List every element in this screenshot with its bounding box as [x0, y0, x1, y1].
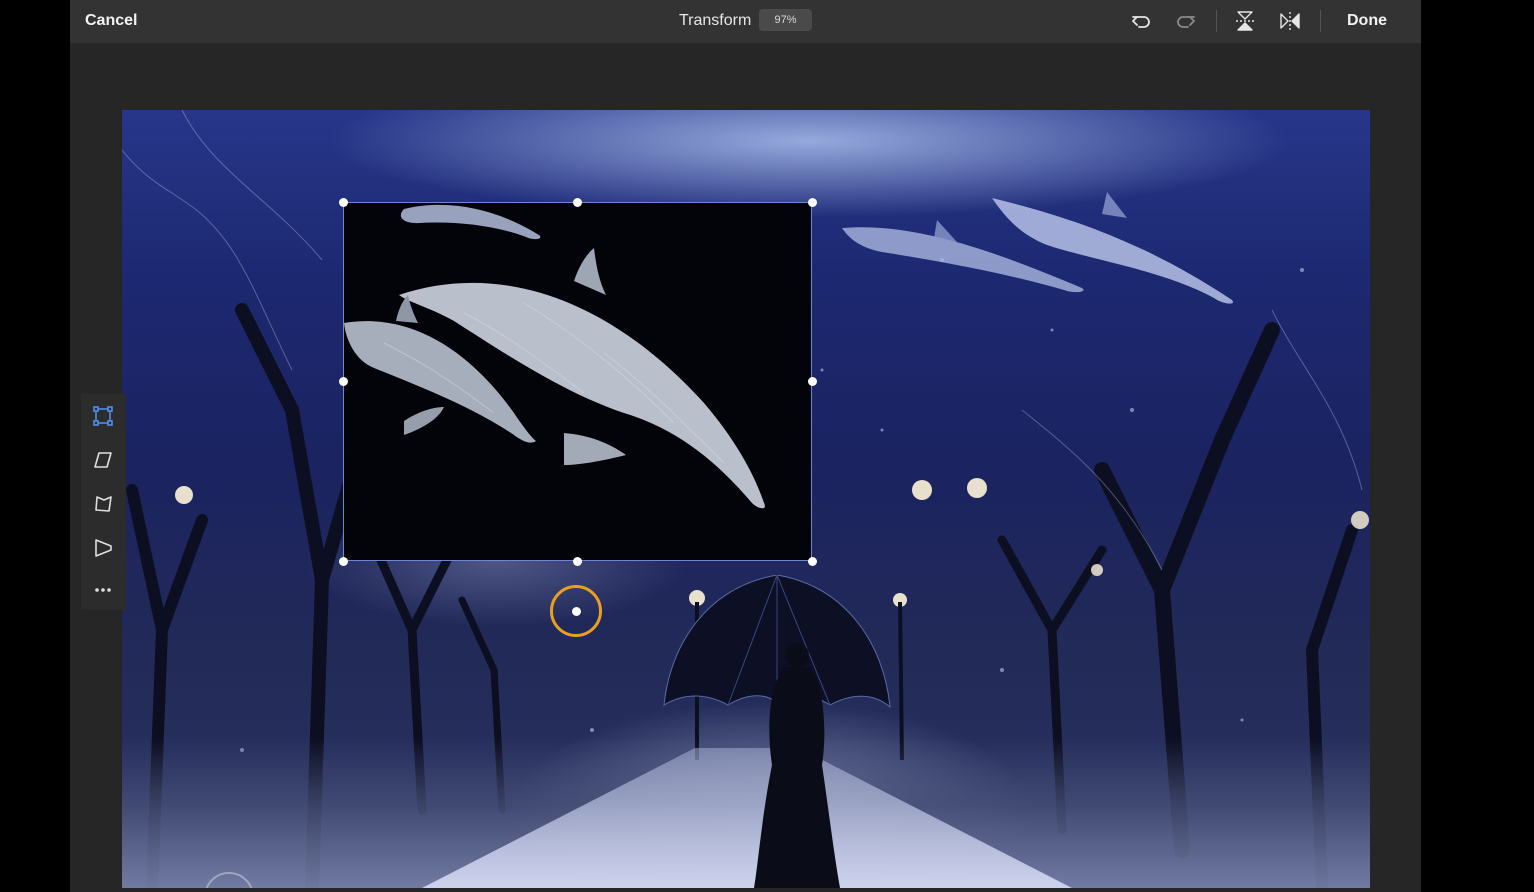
transform-tool-rail — [81, 394, 126, 610]
undo-icon[interactable] — [1129, 9, 1153, 33]
flip-horizontal-icon[interactable] — [1278, 9, 1302, 33]
cancel-button[interactable]: Cancel — [85, 12, 137, 30]
flip-vertical-icon[interactable] — [1233, 9, 1257, 33]
distort-icon[interactable] — [92, 493, 114, 515]
free-transform-icon[interactable] — [92, 405, 114, 427]
redo-icon[interactable] — [1174, 9, 1198, 33]
perspective-icon[interactable] — [92, 537, 114, 559]
woman-with-umbrella — [663, 575, 891, 888]
background-dolphins — [842, 192, 1233, 304]
corner-handle-bottom-left[interactable] — [338, 556, 348, 566]
mode-title: Transform — [679, 12, 752, 29]
canvas-image[interactable] — [122, 110, 1370, 888]
edge-handle-bottom[interactable] — [572, 556, 582, 566]
toolbar-divider — [1320, 10, 1321, 32]
rotate-handle[interactable] — [572, 607, 581, 616]
transform-workspace: Cancel Transform 97% Done — [70, 0, 1421, 892]
corner-handle-top-left[interactable] — [338, 197, 348, 207]
edge-handle-right[interactable] — [807, 376, 817, 386]
edge-handle-left[interactable] — [338, 376, 348, 386]
zoom-level[interactable]: 97% — [759, 9, 812, 31]
done-button[interactable]: Done — [1347, 12, 1387, 30]
more-icon[interactable] — [92, 579, 114, 601]
toolbar-divider — [1216, 10, 1217, 32]
edge-handle-top[interactable] — [572, 197, 582, 207]
selected-layer[interactable] — [343, 202, 812, 561]
dolphins-layer-image — [344, 204, 765, 509]
top-bar: Cancel Transform 97% Done — [70, 0, 1421, 43]
corner-handle-bottom-right[interactable] — [807, 556, 817, 566]
skew-icon[interactable] — [92, 449, 114, 471]
corner-handle-top-right[interactable] — [807, 197, 817, 207]
